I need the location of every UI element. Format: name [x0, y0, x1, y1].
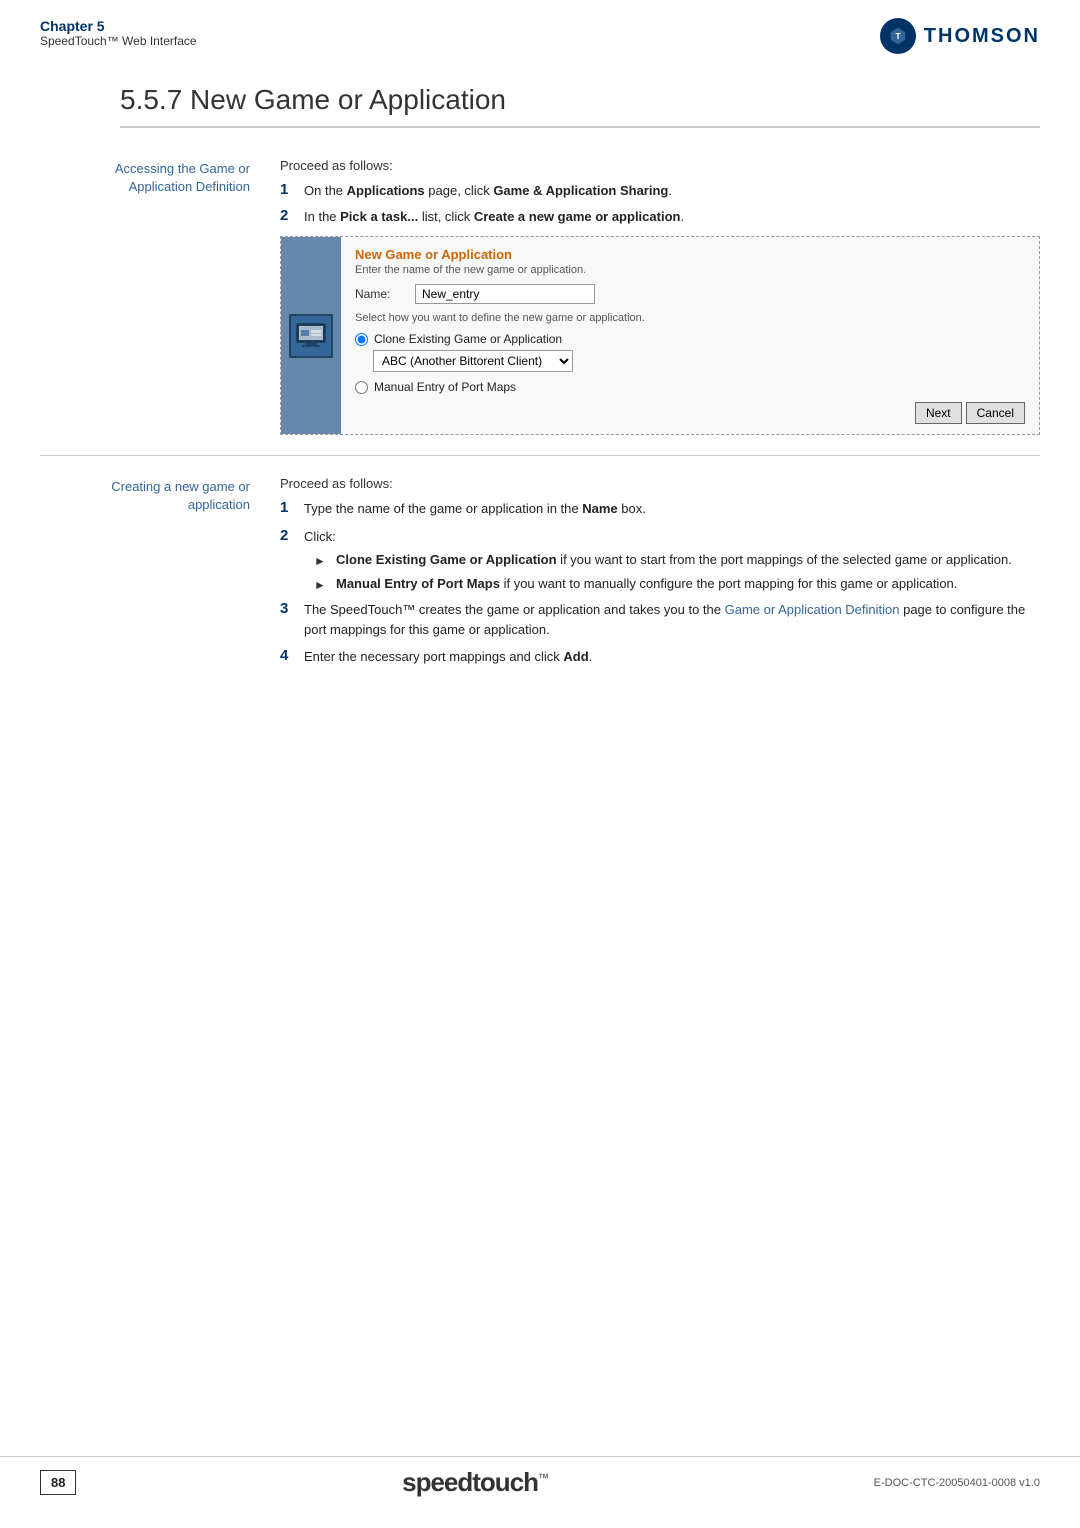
sub-item-2: ► Manual Entry of Port Maps if you want …	[304, 576, 1040, 592]
section-content-2: Proceed as follows: 1 Type the name of t…	[280, 476, 1040, 675]
sub-text-1: Clone Existing Game or Application if yo…	[336, 552, 1012, 567]
step-2-2: 2 Click:	[280, 527, 1040, 547]
ui-select-text: Select how you want to define the new ga…	[355, 312, 1025, 324]
chapter-sub: SpeedTouch™ Web Interface	[40, 34, 197, 48]
ui-clone-select[interactable]: ABC (Another Bittorent Client)	[373, 350, 573, 372]
section-creating: Creating a new game or application Proce…	[40, 456, 1040, 695]
section-content-1: Proceed as follows: 1 On the Application…	[280, 158, 1040, 435]
radio-manual-input[interactable]	[355, 381, 368, 394]
ui-box-content: New Game or Application Enter the name o…	[341, 237, 1039, 434]
step-num-1: 1	[280, 181, 304, 198]
sub-list: ► Clone Existing Game or Application if …	[280, 552, 1040, 592]
page-title-section: 5.5.7 New Game or Application	[0, 54, 1080, 138]
step-num-2-4: 4	[280, 647, 304, 664]
step-text-2-4: Enter the necessary port mappings and cl…	[304, 647, 1040, 667]
page-header: Chapter 5 SpeedTouch™ Web Interface T TH…	[0, 0, 1080, 54]
thomson-text: THOMSON	[924, 25, 1040, 48]
step-num-2-1: 1	[280, 499, 304, 516]
ui-name-input[interactable]	[415, 284, 595, 304]
ui-radio-manual: Manual Entry of Port Maps	[355, 380, 1025, 394]
arrow-icon-2: ►	[314, 578, 330, 592]
computer-icon	[289, 314, 333, 358]
footer-page-num: 88	[40, 1470, 76, 1495]
ui-box-icon	[281, 237, 341, 434]
section-label-col-1: Accessing the Game or Application Defini…	[40, 158, 280, 196]
footer-brand: speedtouch™	[402, 1467, 548, 1498]
brand-regular: speed	[402, 1467, 472, 1497]
step-text-1: On the Applications page, click Game & A…	[304, 181, 1040, 201]
step-1-1: 1 On the Applications page, click Game &…	[280, 181, 1040, 201]
ui-box-title: New Game or Application	[355, 247, 1025, 262]
brand-bold: touch	[472, 1467, 538, 1497]
radio-manual-label: Manual Entry of Port Maps	[374, 380, 516, 394]
section-label-2: Creating a new game or application	[40, 478, 250, 514]
steps-list-2: 1 Type the name of the game or applicati…	[280, 499, 1040, 546]
steps-list-1: 1 On the Applications page, click Game &…	[280, 181, 1040, 226]
footer-doc: E-DOC-CTC-20050401-0008 v1.0	[874, 1477, 1040, 1489]
thomson-icon: T	[880, 18, 916, 54]
brand-sup: ™	[538, 1472, 548, 1484]
proceed-text-2: Proceed as follows:	[280, 476, 1040, 491]
next-button[interactable]: Next	[915, 402, 962, 424]
step-2-3: 3 The SpeedTouch™ creates the game or ap…	[280, 600, 1040, 639]
radio-clone-input[interactable]	[355, 333, 368, 346]
section-accessing: Accessing the Game or Application Defini…	[40, 138, 1040, 456]
step-1-2: 2 In the Pick a task... list, click Crea…	[280, 207, 1040, 227]
page-footer: 88 speedtouch™ E-DOC-CTC-20050401-0008 v…	[0, 1456, 1080, 1498]
step-2-1: 1 Type the name of the game or applicati…	[280, 499, 1040, 519]
content-area: Accessing the Game or Application Defini…	[0, 138, 1080, 695]
sub-item-1: ► Clone Existing Game or Application if …	[304, 552, 1040, 568]
ui-name-row: Name:	[355, 284, 1025, 304]
step-text-2: In the Pick a task... list, click Create…	[304, 207, 1040, 227]
steps-list-2b: 3 The SpeedTouch™ creates the game or ap…	[280, 600, 1040, 667]
page-title: 5.5.7 New Game or Application	[120, 84, 1040, 128]
ui-box-subtitle: Enter the name of the new game or applic…	[355, 264, 1025, 276]
ui-dropdown-row: ABC (Another Bittorent Client)	[373, 350, 1025, 372]
step-num-2-3: 3	[280, 600, 304, 617]
cancel-button[interactable]: Cancel	[966, 402, 1025, 424]
step-text-2-2: Click:	[304, 527, 1040, 547]
thomson-logo: T THOMSON	[880, 18, 1040, 54]
header-left: Chapter 5 SpeedTouch™ Web Interface	[40, 18, 197, 48]
ui-screenshot-box: New Game or Application Enter the name o…	[280, 236, 1040, 435]
ui-name-label: Name:	[355, 287, 415, 301]
arrow-icon-1: ►	[314, 554, 330, 568]
section-label-col-2: Creating a new game or application	[40, 476, 280, 514]
section-label-1: Accessing the Game or Application Defini…	[40, 160, 250, 196]
proceed-text-1: Proceed as follows:	[280, 158, 1040, 173]
sub-text-2: Manual Entry of Port Maps if you want to…	[336, 576, 957, 591]
svg-text:T: T	[895, 32, 900, 41]
step-num-2-2: 2	[280, 527, 304, 544]
ui-radio-clone: Clone Existing Game or Application	[355, 332, 1025, 346]
step-text-2-3: The SpeedTouch™ creates the game or appl…	[304, 600, 1040, 639]
ui-buttons-row: Next Cancel	[355, 402, 1025, 424]
chapter-label: Chapter 5	[40, 18, 197, 34]
radio-clone-label: Clone Existing Game or Application	[374, 332, 562, 346]
step-num-2: 2	[280, 207, 304, 224]
step-2-4: 4 Enter the necessary port mappings and …	[280, 647, 1040, 667]
step-text-2-1: Type the name of the game or application…	[304, 499, 1040, 519]
